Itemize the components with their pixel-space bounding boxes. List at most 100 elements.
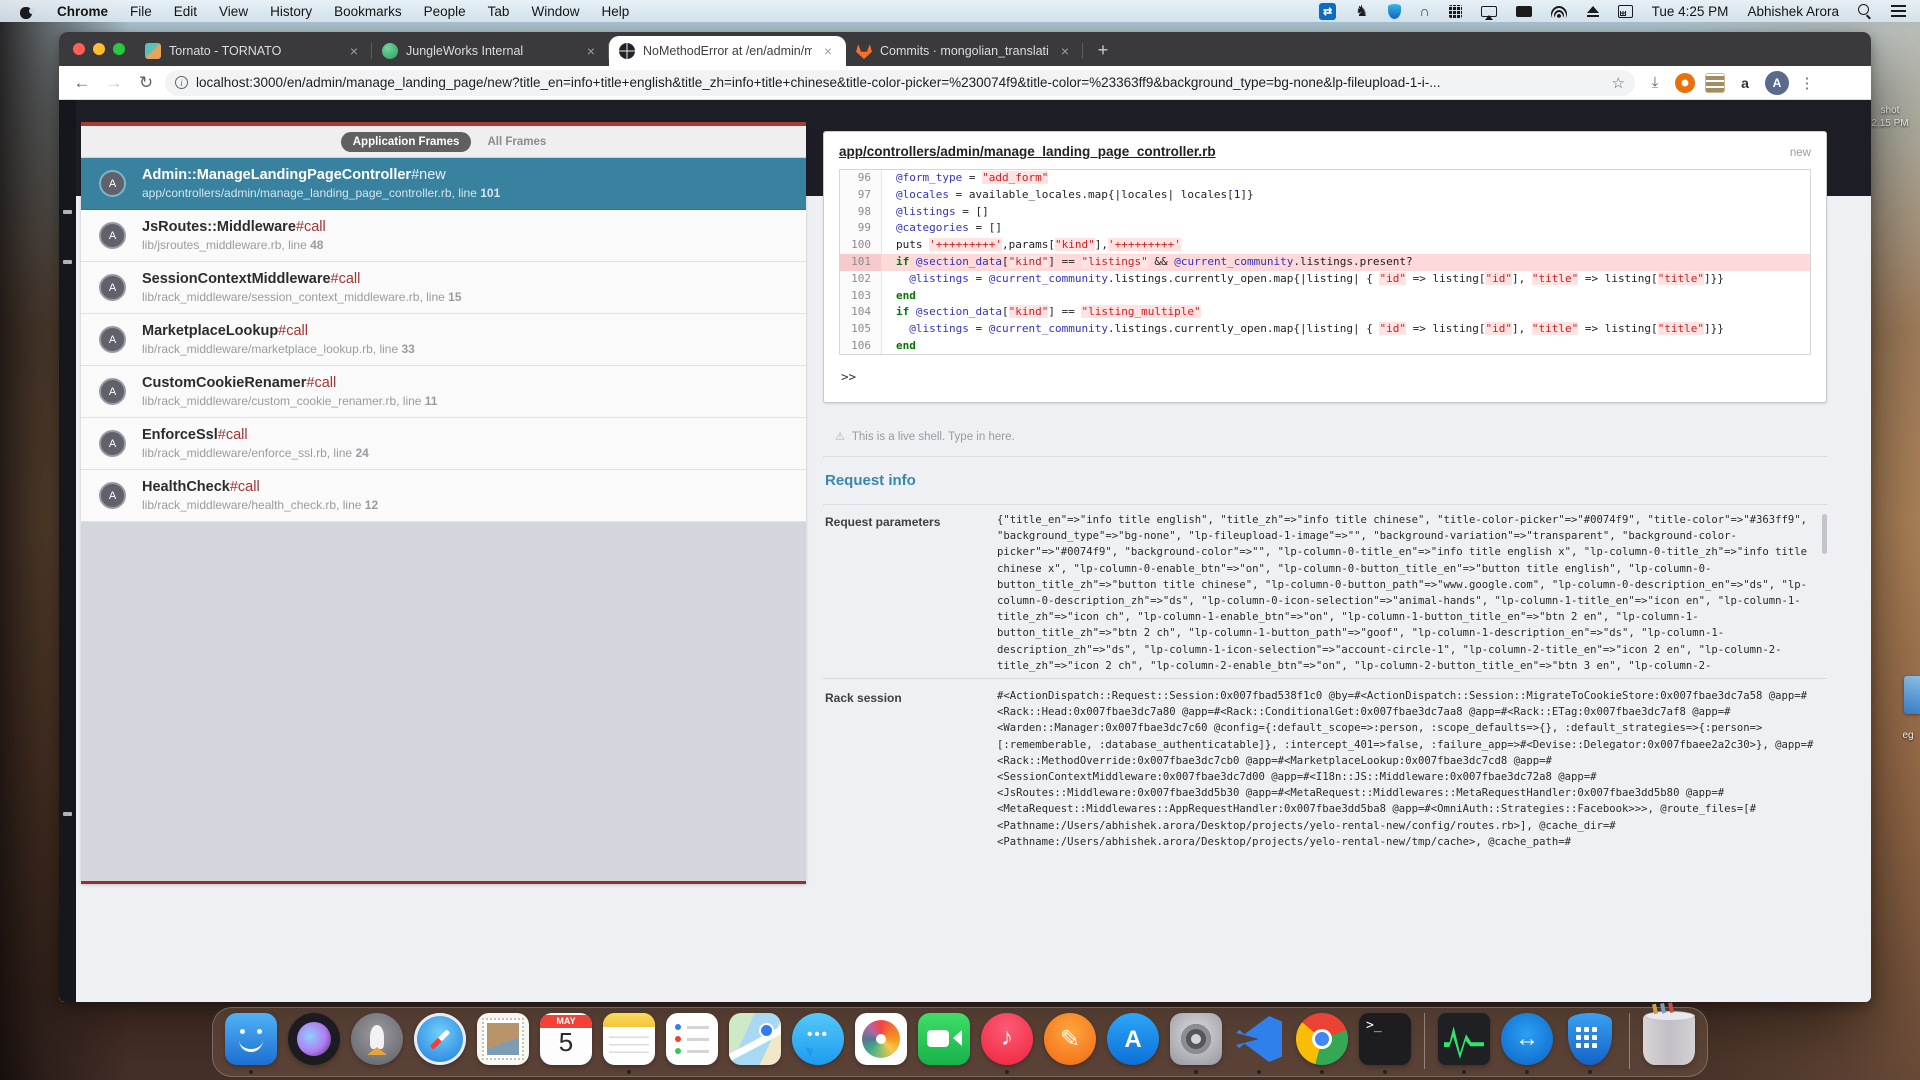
new-tab-button[interactable]: + <box>1089 36 1117 64</box>
menu-item-view[interactable]: View <box>219 4 248 19</box>
browser-toolbar: ← → ↻ i localhost:3000/en/admin/manage_l… <box>59 66 1871 100</box>
stack-frame-row[interactable]: AHealthCheck#calllib/rack_middleware/hea… <box>81 470 806 522</box>
site-info-icon[interactable]: i <box>175 76 188 89</box>
tab-close-icon[interactable]: × <box>583 43 599 59</box>
dock-notes-icon[interactable] <box>603 1013 655 1067</box>
menu-item-history[interactable]: History <box>270 4 312 19</box>
safari-app-icon <box>414 1013 466 1065</box>
dock-terminal-icon[interactable] <box>1359 1013 1411 1067</box>
wifi-status-icon[interactable] <box>1551 5 1568 18</box>
request-info-title: Request info <box>825 472 916 489</box>
minimize-window-button[interactable] <box>93 43 105 55</box>
dock-messages-icon[interactable] <box>792 1013 844 1067</box>
screenshot-status-icon[interactable] <box>1618 5 1633 18</box>
extension-icon-a[interactable]: a <box>1735 73 1755 93</box>
boar-status-icon[interactable]: ♞ <box>1355 2 1368 20</box>
extension-icon-orange[interactable] <box>1675 73 1695 93</box>
forward-icon[interactable]: → <box>101 70 127 96</box>
tab-close-icon[interactable]: × <box>346 43 362 59</box>
download-extension-icon[interactable]: ⤓ <box>1645 73 1665 93</box>
tab-all-frames[interactable]: All Frames <box>487 136 546 148</box>
profile-avatar[interactable]: A <box>1765 71 1789 95</box>
frame-method: #call <box>230 479 260 495</box>
desktop-file-icon[interactable] <box>1904 676 1920 714</box>
reload-icon[interactable]: ↻ <box>133 70 159 96</box>
terminal-app-icon <box>1359 1013 1411 1065</box>
menu-item-bookmarks[interactable]: Bookmarks <box>334 4 402 19</box>
back-icon[interactable]: ← <box>69 70 95 96</box>
running-indicator-dot <box>627 1070 631 1074</box>
browser-tab-4[interactable]: Commits · mongolian_translatio× <box>846 36 1083 66</box>
dock-security-shield-icon[interactable] <box>1564 1013 1616 1067</box>
dock-photos-icon[interactable] <box>855 1013 907 1067</box>
address-bar[interactable]: i localhost:3000/en/admin/manage_landing… <box>165 70 1635 96</box>
frame-method: #call <box>218 427 248 443</box>
shield-status-status-icon[interactable] <box>1388 4 1401 19</box>
menu-clock[interactable]: Tue 4:25 PM <box>1652 4 1729 19</box>
dock-app-store-icon[interactable] <box>1107 1013 1159 1067</box>
tab-application-frames[interactable]: Application Frames <box>341 132 472 152</box>
tab-close-icon[interactable]: × <box>1057 43 1073 59</box>
dock-reminders-icon[interactable] <box>666 1013 718 1067</box>
stack-frame-row[interactable]: ACustomCookieRenamer#calllib/rack_middle… <box>81 366 806 418</box>
dock-facetime-icon[interactable] <box>918 1013 970 1067</box>
dock-calendar-icon[interactable]: MAY5 <box>540 1013 592 1067</box>
code-line: 100puts '+++++++++',params["kind"],'++++… <box>840 237 1810 254</box>
scrollbar-thumb[interactable] <box>1822 514 1827 554</box>
dock-safari-icon[interactable] <box>414 1013 466 1067</box>
stack-frame-row[interactable]: AMarketplaceLookup#calllib/rack_middlewa… <box>81 314 806 366</box>
grid-status-icon[interactable] <box>1449 5 1462 18</box>
dock-system-preferences-icon[interactable] <box>1170 1013 1222 1067</box>
dock-launchpad-icon[interactable] <box>351 1013 403 1067</box>
repl-input[interactable]: >> <box>839 365 1811 388</box>
menu-item-window[interactable]: Window <box>531 4 579 19</box>
desktop-file-label-2[interactable]: eg <box>1897 730 1919 741</box>
menu-item-help[interactable]: Help <box>601 4 629 19</box>
dock-siri-icon[interactable] <box>288 1013 340 1067</box>
globe-favicon <box>619 43 635 59</box>
menu-item-file[interactable]: File <box>130 4 152 19</box>
dock-trash-icon[interactable] <box>1643 1013 1695 1067</box>
menu-item-people[interactable]: People <box>424 4 466 19</box>
browser-tab-3[interactable]: NoMethodError at /en/admin/m× <box>609 36 846 66</box>
stack-frame-row[interactable]: AJsRoutes::Middleware#calllib/jsroutes_m… <box>81 210 806 262</box>
dock-pen-tool-icon[interactable] <box>1044 1013 1096 1067</box>
menu-item-edit[interactable]: Edit <box>174 4 197 19</box>
dock-itunes-icon[interactable] <box>981 1013 1033 1067</box>
apple-menu-icon[interactable] <box>20 4 33 19</box>
teamviewer-status-icon[interactable]: ⇄ <box>1319 3 1336 20</box>
dock-chrome-icon[interactable] <box>1296 1013 1348 1067</box>
menu-user-name[interactable]: Abhishek Arora <box>1747 4 1839 19</box>
chrome-menu-icon[interactable]: ⋮ <box>1799 74 1815 92</box>
browser-tab-1[interactable]: Tornato - TORNATO× <box>135 36 372 66</box>
dock-teamviewer-icon[interactable] <box>1501 1013 1553 1067</box>
dock-maps-icon[interactable] <box>729 1013 781 1067</box>
zoom-window-button[interactable] <box>113 43 125 55</box>
url-text[interactable]: localhost:3000/en/admin/manage_landing_p… <box>196 75 1604 90</box>
dock-mail-icon[interactable] <box>477 1013 529 1067</box>
airplay-status-icon[interactable] <box>1481 6 1497 17</box>
incognito-status-icon[interactable]: ∩ <box>1420 2 1430 20</box>
dock-activity-monitor-icon[interactable] <box>1438 1013 1490 1067</box>
eject-status-icon[interactable] <box>1587 5 1599 17</box>
tab-close-icon[interactable]: × <box>820 43 836 59</box>
code-listing: 96@form_type = "add_form"97@locales = av… <box>839 169 1811 355</box>
close-window-button[interactable] <box>73 43 85 55</box>
stack-frame-row[interactable]: AEnforceSsl#calllib/rack_middleware/enfo… <box>81 418 806 470</box>
spotlight-icon[interactable] <box>1858 4 1872 18</box>
menu-item-tab[interactable]: Tab <box>488 4 510 19</box>
browser-tab-2[interactable]: JungleWorks Internal× <box>372 36 609 66</box>
frame-path: lib/rack_middleware/marketplace_lookup.r… <box>142 342 415 356</box>
menu-item-chrome[interactable]: Chrome <box>57 4 108 19</box>
stack-frame-row[interactable]: ASessionContextMiddleware#calllib/rack_m… <box>81 262 806 314</box>
dock-finder-icon[interactable] <box>225 1013 277 1067</box>
extension-icon-grid[interactable] <box>1705 73 1725 93</box>
photos-app-icon <box>855 1013 907 1065</box>
dock-vscode-icon[interactable] <box>1233 1013 1285 1067</box>
stack-frame-row[interactable]: AAdmin::ManageLandingPageController#newa… <box>81 158 806 210</box>
keyboard-status-icon[interactable] <box>1516 6 1532 17</box>
bookmark-star-icon[interactable]: ☆ <box>1612 74 1625 92</box>
notification-center-icon[interactable] <box>1891 5 1906 17</box>
frame-line-number: 24 <box>355 446 368 460</box>
frame-avatar: A <box>99 482 126 509</box>
